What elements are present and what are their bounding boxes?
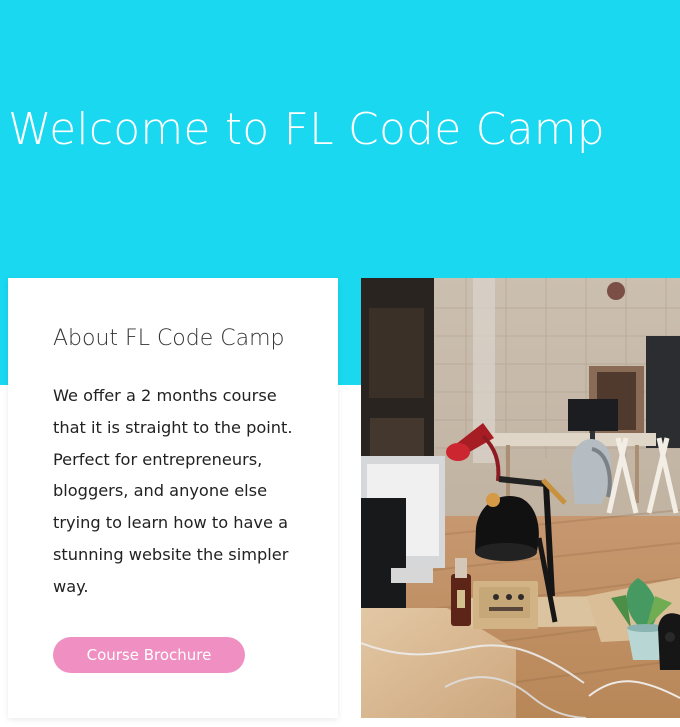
about-description-line: bloggers, and anyone else — [53, 481, 268, 501]
office-photo — [361, 278, 680, 718]
about-card: About FL Code Camp We offer a 2 months c… — [8, 278, 338, 718]
about-description-line: We offer a 2 months course — [53, 386, 277, 405]
about-description-line: trying to learn how to have a — [53, 513, 289, 533]
about-title: About FL Code Camp — [53, 326, 285, 351]
about-description-line: way. — [53, 576, 89, 596]
about-description: We offer a 2 months course that it is st… — [53, 380, 303, 603]
hero-title: Welcome to FL Code Camp — [8, 104, 605, 155]
course-brochure-button[interactable]: Course Brochure — [53, 637, 245, 673]
about-description-line: Perfect for entrepreneurs, — [53, 449, 263, 469]
about-description-line: stunning website the simpler — [53, 544, 289, 564]
about-description-line: that it is straight to the point. — [53, 417, 293, 437]
office-photo-illustration — [361, 278, 680, 718]
